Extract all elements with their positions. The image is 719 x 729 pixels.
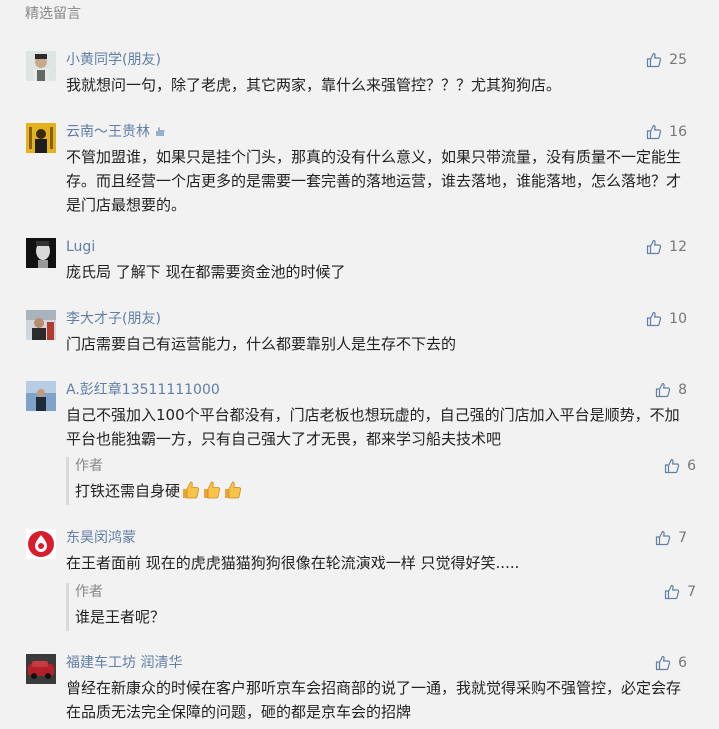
comment-text: 曾经在新康众的时候在客户那听京车会招商部的说了一通，我就觉得采购不强管控，必定会… (66, 679, 682, 721)
avatar[interactable] (26, 381, 56, 411)
like-count: 16 (669, 124, 687, 140)
comment-nickname[interactable]: 福建车工坊 润清华 (66, 654, 182, 672)
like-count: 6 (687, 458, 696, 474)
thumb-up-icon (664, 458, 680, 474)
like-button[interactable]: 25 (646, 51, 687, 69)
thumb-up-icon (655, 655, 671, 671)
like-count: 25 (669, 52, 687, 68)
like-button[interactable]: 8 (655, 381, 687, 399)
hand-icon (156, 127, 166, 136)
like-count: 6 (678, 655, 687, 671)
reply-text: 谁是王者呢？ (75, 608, 166, 626)
reply-author: 作者 (75, 458, 103, 474)
comment-text: 自己不强加入100个平台都没有，门店老板也想玩虚的，自己强的门店加入平台是顺势，… (66, 406, 680, 448)
like-button[interactable]: 16 (646, 123, 687, 141)
thumb-up-icon (647, 239, 662, 255)
comment-nickname[interactable]: Lugi (66, 238, 95, 256)
thumb-up-icon (664, 584, 680, 600)
nickname-text: 云南～王贵林 (66, 124, 150, 140)
comment-text: 庞氏局 了解下 现在都需要资金池的时候了 (66, 263, 346, 281)
like-button[interactable]: 6 (655, 654, 687, 672)
comment-nickname[interactable]: 云南～王贵林 (66, 123, 166, 141)
thumbs-up-emoji-icon (183, 481, 200, 499)
comment-text: 门店需要自己有运营能力，什么都要靠别人是生存不下去的 (66, 335, 457, 353)
like-button[interactable]: 12 (646, 238, 687, 256)
avatar[interactable] (26, 529, 56, 559)
avatar[interactable] (26, 51, 56, 81)
thumbs-up-emoji-icon (225, 481, 242, 499)
reply-text: 打铁还需自身硬 (75, 479, 243, 503)
thumb-up-icon (647, 124, 662, 140)
thumb-up-icon (647, 52, 662, 68)
avatar[interactable] (26, 123, 56, 153)
like-button[interactable]: 7 (664, 583, 696, 601)
like-button[interactable]: 6 (664, 457, 696, 475)
thumb-up-icon (655, 382, 671, 398)
like-count: 10 (669, 311, 687, 327)
reply-text-content: 打铁还需自身硬 (75, 482, 181, 500)
like-button[interactable]: 7 (655, 529, 687, 547)
avatar[interactable] (26, 654, 56, 684)
reply-author: 作者 (75, 584, 103, 600)
comment-nickname[interactable]: A.彭红章13511111000 (66, 381, 220, 399)
comment-text: 在王者面前 现在的虎虎猫猫狗狗很像在轮流演戏一样 只觉得好笑..... (66, 554, 520, 572)
comment-nickname[interactable]: 东昊闵鸿蒙 (66, 529, 136, 547)
thumb-up-icon (655, 530, 671, 546)
section-title: 精选留言 (25, 6, 81, 22)
avatar[interactable] (26, 238, 56, 268)
thumbs-up-emoji-icon (204, 481, 221, 499)
author-reply: 作者 6 打铁还需自身硬 (66, 457, 696, 505)
thumb-up-icon (647, 311, 662, 327)
like-count: 7 (687, 584, 696, 600)
avatar[interactable] (26, 310, 56, 340)
comment-nickname[interactable]: 小黄同学(朋友) (66, 51, 161, 69)
like-count: 12 (669, 239, 687, 255)
comments-page: 精选留言 小黄同学(朋友) 25 我就想问一句，除了老虎，其它两家，靠什么来强管… (0, 0, 719, 729)
like-button[interactable]: 10 (646, 310, 687, 328)
comment-text: 不管加盟谁，如果只是挂个门头，那真的没有什么意义，如果只带流量，没有质量不一定能… (66, 148, 682, 214)
comment-nickname[interactable]: 李大才子(朋友) (66, 310, 161, 328)
comment-text: 我就想问一句，除了老虎，其它两家，靠什么来强管控？？？尤其狗狗店。 (66, 76, 562, 94)
like-count: 7 (678, 530, 687, 546)
author-reply: 作者 7 谁是王者呢？ (66, 583, 696, 631)
like-count: 8 (678, 382, 687, 398)
